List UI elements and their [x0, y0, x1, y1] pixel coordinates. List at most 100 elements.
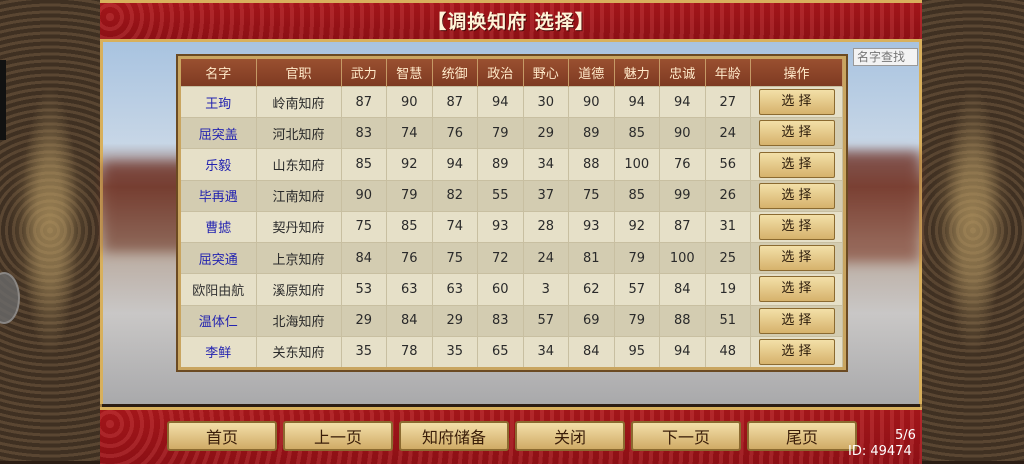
tongyu-cell: 63 — [432, 273, 478, 306]
wuli-cell: 83 — [341, 117, 387, 149]
select-button[interactable]: 选 择 — [758, 307, 835, 334]
daode-cell: 89 — [568, 117, 615, 149]
select-button[interactable]: 选 择 — [758, 245, 835, 272]
header-zhengzhi: 政治 — [477, 59, 524, 87]
zhihui-cell: 74 — [386, 117, 433, 149]
meili-cell: 85 — [614, 179, 660, 212]
name-cell: 李鲜 — [181, 335, 257, 367]
post-cell: 河北知府 — [256, 117, 342, 149]
zhengzhi-cell: 94 — [477, 85, 524, 118]
tongyu-cell: 82 — [432, 179, 478, 212]
left-ornament-panel — [0, 0, 102, 461]
post-cell: 溪原知府 — [256, 273, 342, 306]
yexin-cell: 34 — [523, 335, 569, 367]
meili-cell: 85 — [614, 117, 660, 149]
zhihui-cell: 84 — [386, 304, 433, 337]
table-row: 乐毅 山东知府 85 92 94 89 34 88 100 76 56 选 择 — [181, 148, 843, 181]
last-page-button[interactable]: 尾页 — [747, 421, 857, 451]
select-button[interactable]: 选 择 — [758, 120, 835, 147]
zhongcheng-cell: 76 — [659, 148, 706, 181]
zhengzhi-cell: 89 — [477, 148, 524, 181]
name-cell: 温体仁 — [181, 304, 257, 337]
zhihui-cell: 78 — [386, 335, 433, 367]
action-cell: 选 择 — [750, 304, 843, 337]
meili-cell: 94 — [614, 85, 660, 118]
meili-cell: 92 — [614, 210, 660, 243]
select-button[interactable]: 选 择 — [758, 276, 835, 303]
page-title: 【调换知府 选择】 — [427, 11, 595, 33]
table-row: 曹摅 契丹知府 75 85 74 93 28 93 92 87 31 选 择 — [181, 210, 843, 243]
meili-cell: 95 — [614, 335, 660, 367]
meili-cell: 100 — [614, 148, 660, 181]
zhongcheng-cell: 94 — [659, 335, 706, 367]
tongyu-cell: 94 — [432, 148, 478, 181]
daode-cell: 75 — [568, 179, 615, 212]
action-cell: 选 择 — [750, 148, 843, 181]
page-indicator: 5/6 — [895, 428, 916, 443]
header-zhongcheng: 忠诚 — [659, 59, 706, 87]
post-cell: 北海知府 — [256, 304, 342, 337]
name-cell: 乐毅 — [181, 148, 257, 181]
name-cell: 毕再遇 — [181, 179, 257, 212]
name-cell: 王珣 — [181, 85, 257, 118]
meili-cell: 57 — [614, 273, 660, 306]
wuli-cell: 84 — [341, 242, 387, 274]
reserve-button[interactable]: 知府储备 — [399, 421, 509, 451]
daode-cell: 84 — [568, 335, 615, 367]
select-button[interactable]: 选 择 — [758, 89, 835, 116]
action-cell: 选 择 — [750, 335, 843, 367]
table-row: 李鲜 关东知府 35 78 35 65 34 84 95 94 48 选 择 — [181, 335, 843, 367]
name-cell: 屈突盖 — [181, 117, 257, 149]
age-cell: 24 — [705, 117, 751, 149]
table-row: 屈突盖 河北知府 83 74 76 79 29 89 85 90 24 选 择 — [181, 117, 843, 149]
header-zhihui: 智慧 — [386, 59, 433, 87]
wuli-cell: 90 — [341, 179, 387, 212]
zhengzhi-cell: 83 — [477, 304, 524, 337]
header-yexin: 野心 — [523, 59, 569, 87]
age-cell: 25 — [705, 242, 751, 274]
zhihui-cell: 63 — [386, 273, 433, 306]
yexin-cell: 3 — [523, 273, 569, 306]
zhihui-cell: 79 — [386, 179, 433, 212]
zhongcheng-cell: 99 — [659, 179, 706, 212]
yexin-cell: 57 — [523, 304, 569, 337]
table-row: 毕再遇 江南知府 90 79 82 55 37 75 85 99 26 选 择 — [181, 179, 843, 212]
header-meili: 魅力 — [614, 59, 660, 87]
select-button[interactable]: 选 择 — [758, 182, 835, 209]
table-row: 欧阳由航 溪原知府 53 63 63 60 3 62 57 84 19 选 择 — [181, 273, 843, 306]
header-tongyu: 统御 — [432, 59, 478, 87]
meili-cell: 79 — [614, 304, 660, 337]
wuli-cell: 87 — [341, 85, 387, 118]
age-cell: 31 — [705, 210, 751, 243]
user-id-label: ID: 49474 — [848, 444, 912, 459]
wuli-cell: 29 — [341, 304, 387, 337]
daode-cell: 88 — [568, 148, 615, 181]
header-daode: 道德 — [568, 59, 615, 87]
title-banner: 【调换知府 选择】 — [100, 0, 922, 42]
next-page-button[interactable]: 下一页 — [631, 421, 741, 451]
select-button[interactable]: 选 择 — [758, 213, 835, 240]
prev-page-button[interactable]: 上一页 — [283, 421, 393, 451]
zhengzhi-cell: 72 — [477, 242, 524, 274]
yexin-cell: 37 — [523, 179, 569, 212]
zhongcheng-cell: 88 — [659, 304, 706, 337]
dragon-emblem-left — [10, 120, 90, 320]
close-button[interactable]: 关闭 — [515, 421, 625, 451]
wuli-cell: 85 — [341, 148, 387, 181]
yexin-cell: 30 — [523, 85, 569, 118]
post-cell: 岭南知府 — [256, 85, 342, 118]
zhengzhi-cell: 93 — [477, 210, 524, 243]
select-button[interactable]: 选 择 — [758, 151, 835, 178]
name-cell: 曹摅 — [181, 210, 257, 243]
zhengzhi-cell: 55 — [477, 179, 524, 212]
header-post: 官职 — [256, 59, 342, 87]
first-page-button[interactable]: 首页 — [167, 421, 277, 451]
zhongcheng-cell: 84 — [659, 273, 706, 306]
tongyu-cell: 74 — [432, 210, 478, 243]
select-button[interactable]: 选 择 — [758, 338, 835, 365]
header-wuli: 武力 — [341, 59, 387, 87]
name-search-input[interactable] — [853, 48, 918, 66]
table-row: 王珣 岭南知府 87 90 87 94 30 90 94 94 27 选 择 — [181, 85, 843, 118]
action-cell: 选 择 — [750, 179, 843, 212]
zhihui-cell: 85 — [386, 210, 433, 243]
